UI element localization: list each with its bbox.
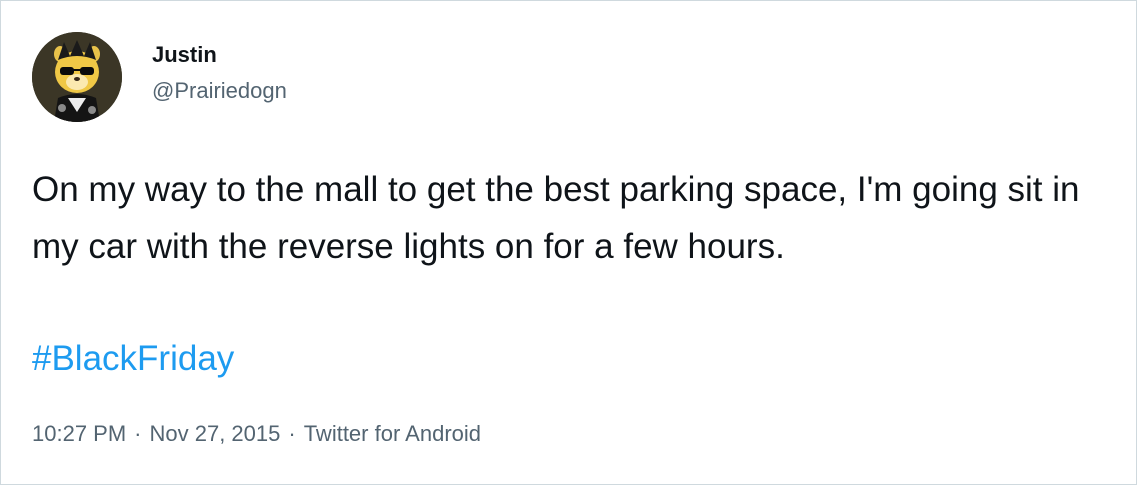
author-avatar[interactable] <box>32 32 122 122</box>
prairie-dog-sunglasses-avatar-icon <box>32 32 122 122</box>
tweet-meta: 10:27 PM · Nov 27, 2015 · Twitter for Androi… <box>32 419 481 449</box>
tweet-time[interactable]: 10:27 PM <box>32 421 126 446</box>
meta-separator: · <box>134 421 142 446</box>
author-info: Justin @Prairiedogn <box>152 41 287 105</box>
tweet-date[interactable]: Nov 27, 2015 <box>150 421 281 446</box>
meta-separator: · <box>288 421 296 446</box>
tweet-text: On my way to the mall to get the best pa… <box>32 170 1080 266</box>
tweet-source[interactable]: Twitter for Android <box>304 421 481 446</box>
tweet-card: Justin @Prairiedogn On my way to the mal… <box>0 0 1137 485</box>
hashtag-link[interactable]: #BlackFriday <box>32 330 234 387</box>
author-handle[interactable]: @Prairiedogn <box>152 77 287 105</box>
author-display-name[interactable]: Justin <box>152 41 287 69</box>
